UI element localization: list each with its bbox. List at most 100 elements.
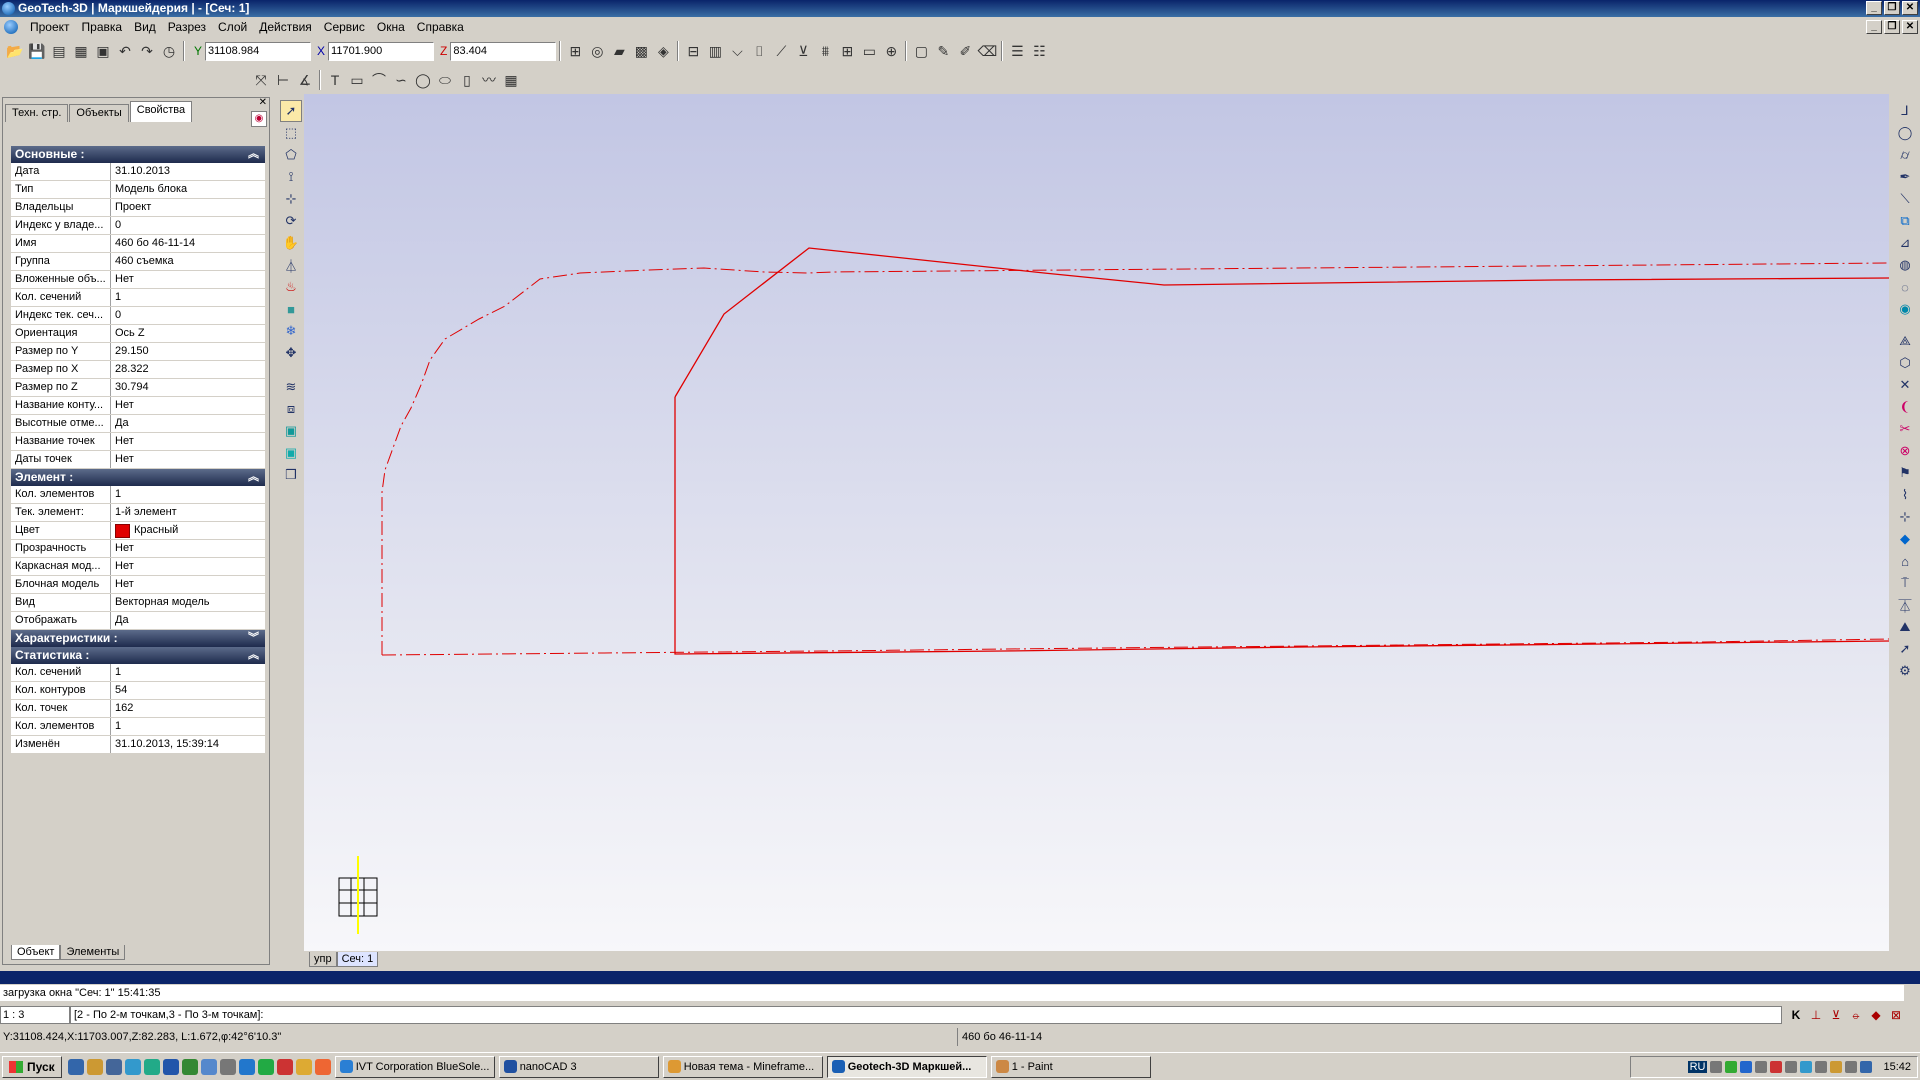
property-row[interactable]: Тек. элемент: 1-й элемент <box>11 504 265 522</box>
text-icon[interactable]: T <box>324 69 346 91</box>
chevron-up-icon[interactable]: ︽ <box>248 469 259 486</box>
tray-icon[interactable] <box>1815 1061 1828 1073</box>
ql-app-icon[interactable] <box>314 1058 331 1075</box>
snap-perpendicular-icon[interactable]: ⊥ <box>1806 1006 1826 1024</box>
globe-icon[interactable]: ◉ <box>1894 298 1916 320</box>
ql-app-icon[interactable] <box>219 1058 236 1075</box>
property-row[interactable]: Даты точек Нет <box>11 451 265 469</box>
property-value[interactable]: 31.10.2013, 15:39:14 <box>111 736 265 753</box>
property-value[interactable]: Красный <box>111 522 265 539</box>
property-row[interactable]: Высотные отме... Да <box>11 415 265 433</box>
print-icon[interactable]: ▣ <box>92 40 114 62</box>
tab-upr[interactable]: упр <box>309 952 337 967</box>
property-row[interactable]: Ориентация Ось Z <box>11 325 265 343</box>
move-axis-icon[interactable]: ⤧ <box>250 69 272 91</box>
measure-icon[interactable]: ⏃ <box>280 254 302 276</box>
hand-icon[interactable]: ✋ <box>280 232 302 254</box>
menu-service[interactable]: Сервис <box>318 17 371 37</box>
scale-field[interactable]: 1 : 3 <box>0 1006 70 1024</box>
tab-object[interactable]: Объект <box>11 945 61 960</box>
gear-icon[interactable]: ⚙ <box>1894 660 1916 682</box>
menu-section[interactable]: Разрез <box>162 17 212 37</box>
tray-icon[interactable] <box>1800 1061 1813 1073</box>
list-icon[interactable]: ☰ <box>1006 40 1028 62</box>
move-icon[interactable]: ✥ <box>280 342 302 364</box>
coord-x-input[interactable] <box>328 41 435 61</box>
property-value[interactable]: Модель блока <box>111 181 265 198</box>
dimension-icon[interactable]: ⊢ <box>272 69 294 91</box>
property-row[interactable]: Кол. сечений 1 <box>11 289 265 307</box>
ql-app-icon[interactable] <box>124 1058 141 1075</box>
property-row[interactable]: Размер по Z 30.794 <box>11 379 265 397</box>
cylinder-icon[interactable]: ⌭ <box>1894 144 1916 166</box>
crosshair-icon[interactable]: ⊹ <box>1894 506 1916 528</box>
menu-view[interactable]: Вид <box>128 17 162 37</box>
property-row[interactable]: Вид Векторная модель <box>11 594 265 612</box>
snap-endpoint-icon[interactable]: ⊻ <box>1826 1006 1846 1024</box>
select-polygon-icon[interactable]: ⬠ <box>280 144 302 166</box>
property-row[interactable]: Вложенные объ... Нет <box>11 271 265 289</box>
stope-icon[interactable]: ⊞ <box>836 40 858 62</box>
ql-app-icon[interactable] <box>200 1058 217 1075</box>
language-indicator[interactable]: RU <box>1687 1061 1708 1073</box>
section-icon[interactable]: ⊟ <box>682 40 704 62</box>
flag-icon[interactable]: ⚑ <box>1894 462 1916 484</box>
target-icon[interactable]: ◎ <box>586 40 608 62</box>
app-icon[interactable] <box>2 2 15 15</box>
wireframe-icon[interactable]: ⧈ <box>280 398 302 420</box>
frame-icon[interactable]: ▢ <box>910 40 932 62</box>
property-row[interactable]: Каркасная мод... Нет <box>11 558 265 576</box>
command-input[interactable]: [2 - По 2-м точкам,3 - По 3-м точкам]: <box>70 1006 1782 1024</box>
split-icon[interactable]: ⊗ <box>1894 440 1916 462</box>
minimize-button[interactable]: _ <box>1866 1 1882 15</box>
inner-contour-line[interactable] <box>674 397 1889 655</box>
cross-icon[interactable]: ✕ <box>1894 374 1916 396</box>
maximize-button[interactable]: ❐ <box>1884 1 1900 15</box>
cube-cyan-icon[interactable]: ▣ <box>280 442 302 464</box>
angle-icon[interactable]: ∡ <box>294 69 316 91</box>
node-edit-icon[interactable]: ⧉ <box>1894 210 1916 232</box>
property-row[interactable]: Название конту... Нет <box>11 397 265 415</box>
property-value[interactable]: 28.322 <box>111 361 265 378</box>
mdi-restore-button[interactable]: ❐ <box>1884 20 1900 34</box>
snap-center-icon[interactable]: ⦵ <box>1846 1006 1866 1024</box>
property-row[interactable]: Дата 31.10.2013 <box>11 163 265 181</box>
property-row[interactable]: Кол. элементов 1 <box>11 718 265 736</box>
property-value[interactable]: 30.794 <box>111 379 265 396</box>
property-value[interactable]: Проект <box>111 199 265 216</box>
tray-icon[interactable] <box>1830 1061 1843 1073</box>
surface-cut-icon[interactable]: ⟁ <box>1894 330 1916 352</box>
close-button[interactable]: ✕ <box>1902 1 1918 15</box>
undo-icon[interactable]: ↶ <box>114 40 136 62</box>
property-value[interactable]: Нет <box>111 540 265 557</box>
ql-app-icon[interactable] <box>143 1058 160 1075</box>
diagonal-icon[interactable]: ⟍ <box>1894 188 1916 210</box>
tray-icon[interactable] <box>1770 1061 1783 1073</box>
pen-icon[interactable]: ✒ <box>1894 166 1916 188</box>
section-header[interactable]: Элемент : ︽ <box>11 469 265 486</box>
panel-close-icon[interactable]: ✕ <box>259 97 267 108</box>
fill-icon[interactable]: ▯ <box>456 69 478 91</box>
chevron-down-icon[interactable]: ︾ <box>248 630 259 647</box>
select-node-icon[interactable]: ⟟ <box>280 166 302 188</box>
property-value[interactable]: 162 <box>111 700 265 717</box>
tab-section-1[interactable]: Сеч: 1 <box>336 952 379 967</box>
property-row[interactable]: Группа 460 съемка <box>11 253 265 271</box>
property-value[interactable]: Нет <box>111 271 265 288</box>
section-header[interactable]: Основные : ︽ <box>11 146 265 163</box>
property-row[interactable]: Кол. элементов 1 <box>11 486 265 504</box>
property-value[interactable]: 1 <box>111 289 265 306</box>
property-value[interactable]: 1-й элемент <box>111 504 265 521</box>
excavation-icon[interactable]: ⊻ <box>792 40 814 62</box>
polyline-icon[interactable]: 〰 <box>478 69 500 91</box>
curve-cut-icon[interactable]: ❨ <box>1894 396 1916 418</box>
property-row[interactable]: Размер по X 28.322 <box>11 361 265 379</box>
section-header[interactable]: Характеристики : ︾ <box>11 630 265 647</box>
tray-icon[interactable] <box>1845 1061 1858 1073</box>
property-value[interactable]: 1 <box>111 718 265 735</box>
property-value[interactable]: Ось Z <box>111 325 265 342</box>
property-value[interactable]: 1 <box>111 664 265 681</box>
property-value[interactable]: 460 съемка <box>111 253 265 270</box>
axis-3d-icon[interactable]: ⅃ <box>1894 100 1916 122</box>
tray-icon[interactable] <box>1755 1061 1768 1073</box>
